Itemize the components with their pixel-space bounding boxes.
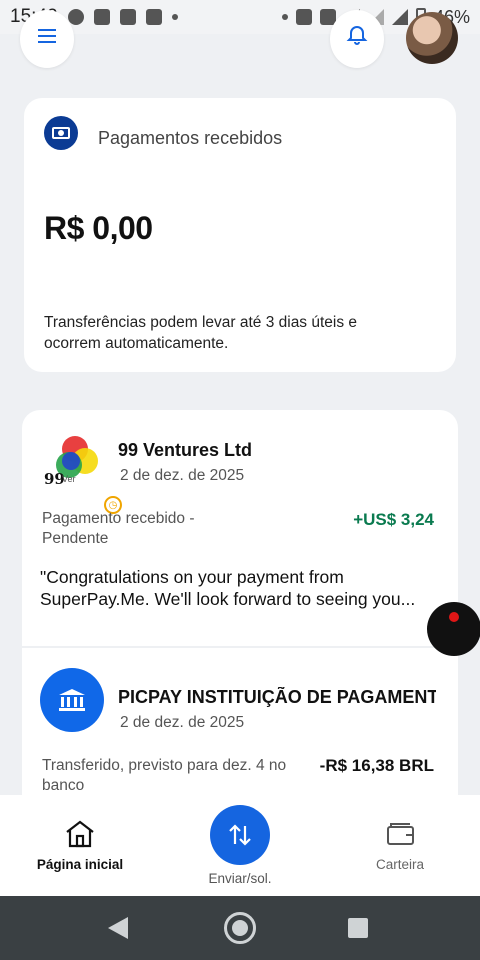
send-request-button[interactable]: [210, 805, 270, 865]
transaction-name: PICPAY INSTITUIÇÃO DE PAGAMENTOS: [118, 687, 436, 707]
merchant-logo: 99 Ver ◷: [44, 436, 122, 514]
transactions-list: 99 Ver ◷ 99 Ventures Ltd 2 de dez. de 20…: [22, 410, 458, 830]
list-item[interactable]: 99 Ver ◷ 99 Ventures Ltd 2 de dez. de 20…: [22, 410, 458, 646]
cell-signal-2-icon: [391, 9, 408, 25]
nav-home-label: Página inicial: [36, 857, 124, 872]
transaction-date: 2 de dez. de 2025: [120, 714, 245, 731]
bell-icon: [346, 26, 368, 45]
money-icon: [44, 116, 78, 150]
transaction-status: Transferido, previsto para dez. 4 no ban…: [42, 757, 287, 794]
notification-icons: [67, 9, 178, 25]
transaction-message: "Congratulations on your payment from Su…: [40, 567, 416, 609]
bottom-navigation: Página inicial Enviar/sol. Carteira: [0, 795, 480, 896]
wallet-icon: [387, 823, 414, 845]
home-icon: [66, 820, 94, 848]
floating-record-button[interactable]: [427, 602, 480, 656]
nav-wallet-label: Carteira: [375, 857, 424, 872]
transaction-status: Pagamento recebido - Pendente: [42, 510, 195, 547]
record-dot-icon: [449, 612, 459, 622]
transfer-arrows-icon: [229, 824, 251, 846]
card-title: Pagamentos recebidos: [98, 128, 283, 148]
transaction-amount: -R$ 16,38 BRL: [319, 756, 434, 775]
chat-bubble-icon: [67, 9, 84, 25]
dot-icon: [281, 14, 288, 20]
more-notifications-icon: [171, 14, 178, 20]
notifications-button[interactable]: [330, 10, 384, 68]
bank-icon: [40, 668, 104, 732]
hamburger-menu-icon: [38, 29, 56, 43]
calendar-icon: [119, 9, 136, 25]
system-navigation-bar: [0, 896, 480, 960]
balance-amount: R$ 0,00: [44, 210, 153, 246]
menu-button[interactable]: [20, 10, 74, 68]
transfer-note: Transferências podem levar até 3 dias út…: [44, 314, 358, 352]
media-icon: [145, 9, 162, 25]
profile-avatar[interactable]: [406, 12, 458, 64]
nav-send-label: Enviar/sol.: [208, 871, 272, 886]
payments-received-card[interactable]: Pagamentos recebidos R$ 0,00 Transferênc…: [24, 98, 456, 372]
transaction-date: 2 de dez. de 2025: [120, 467, 245, 484]
recent-apps-icon[interactable]: [348, 918, 368, 938]
app-notification-icon: [93, 9, 110, 25]
transaction-amount: +US$ 3,24: [353, 510, 434, 529]
cast-icon: [295, 9, 312, 25]
home-circle-icon[interactable]: [224, 912, 256, 944]
back-icon[interactable]: [108, 917, 128, 939]
transaction-name: 99 Ventures Ltd: [118, 440, 253, 460]
